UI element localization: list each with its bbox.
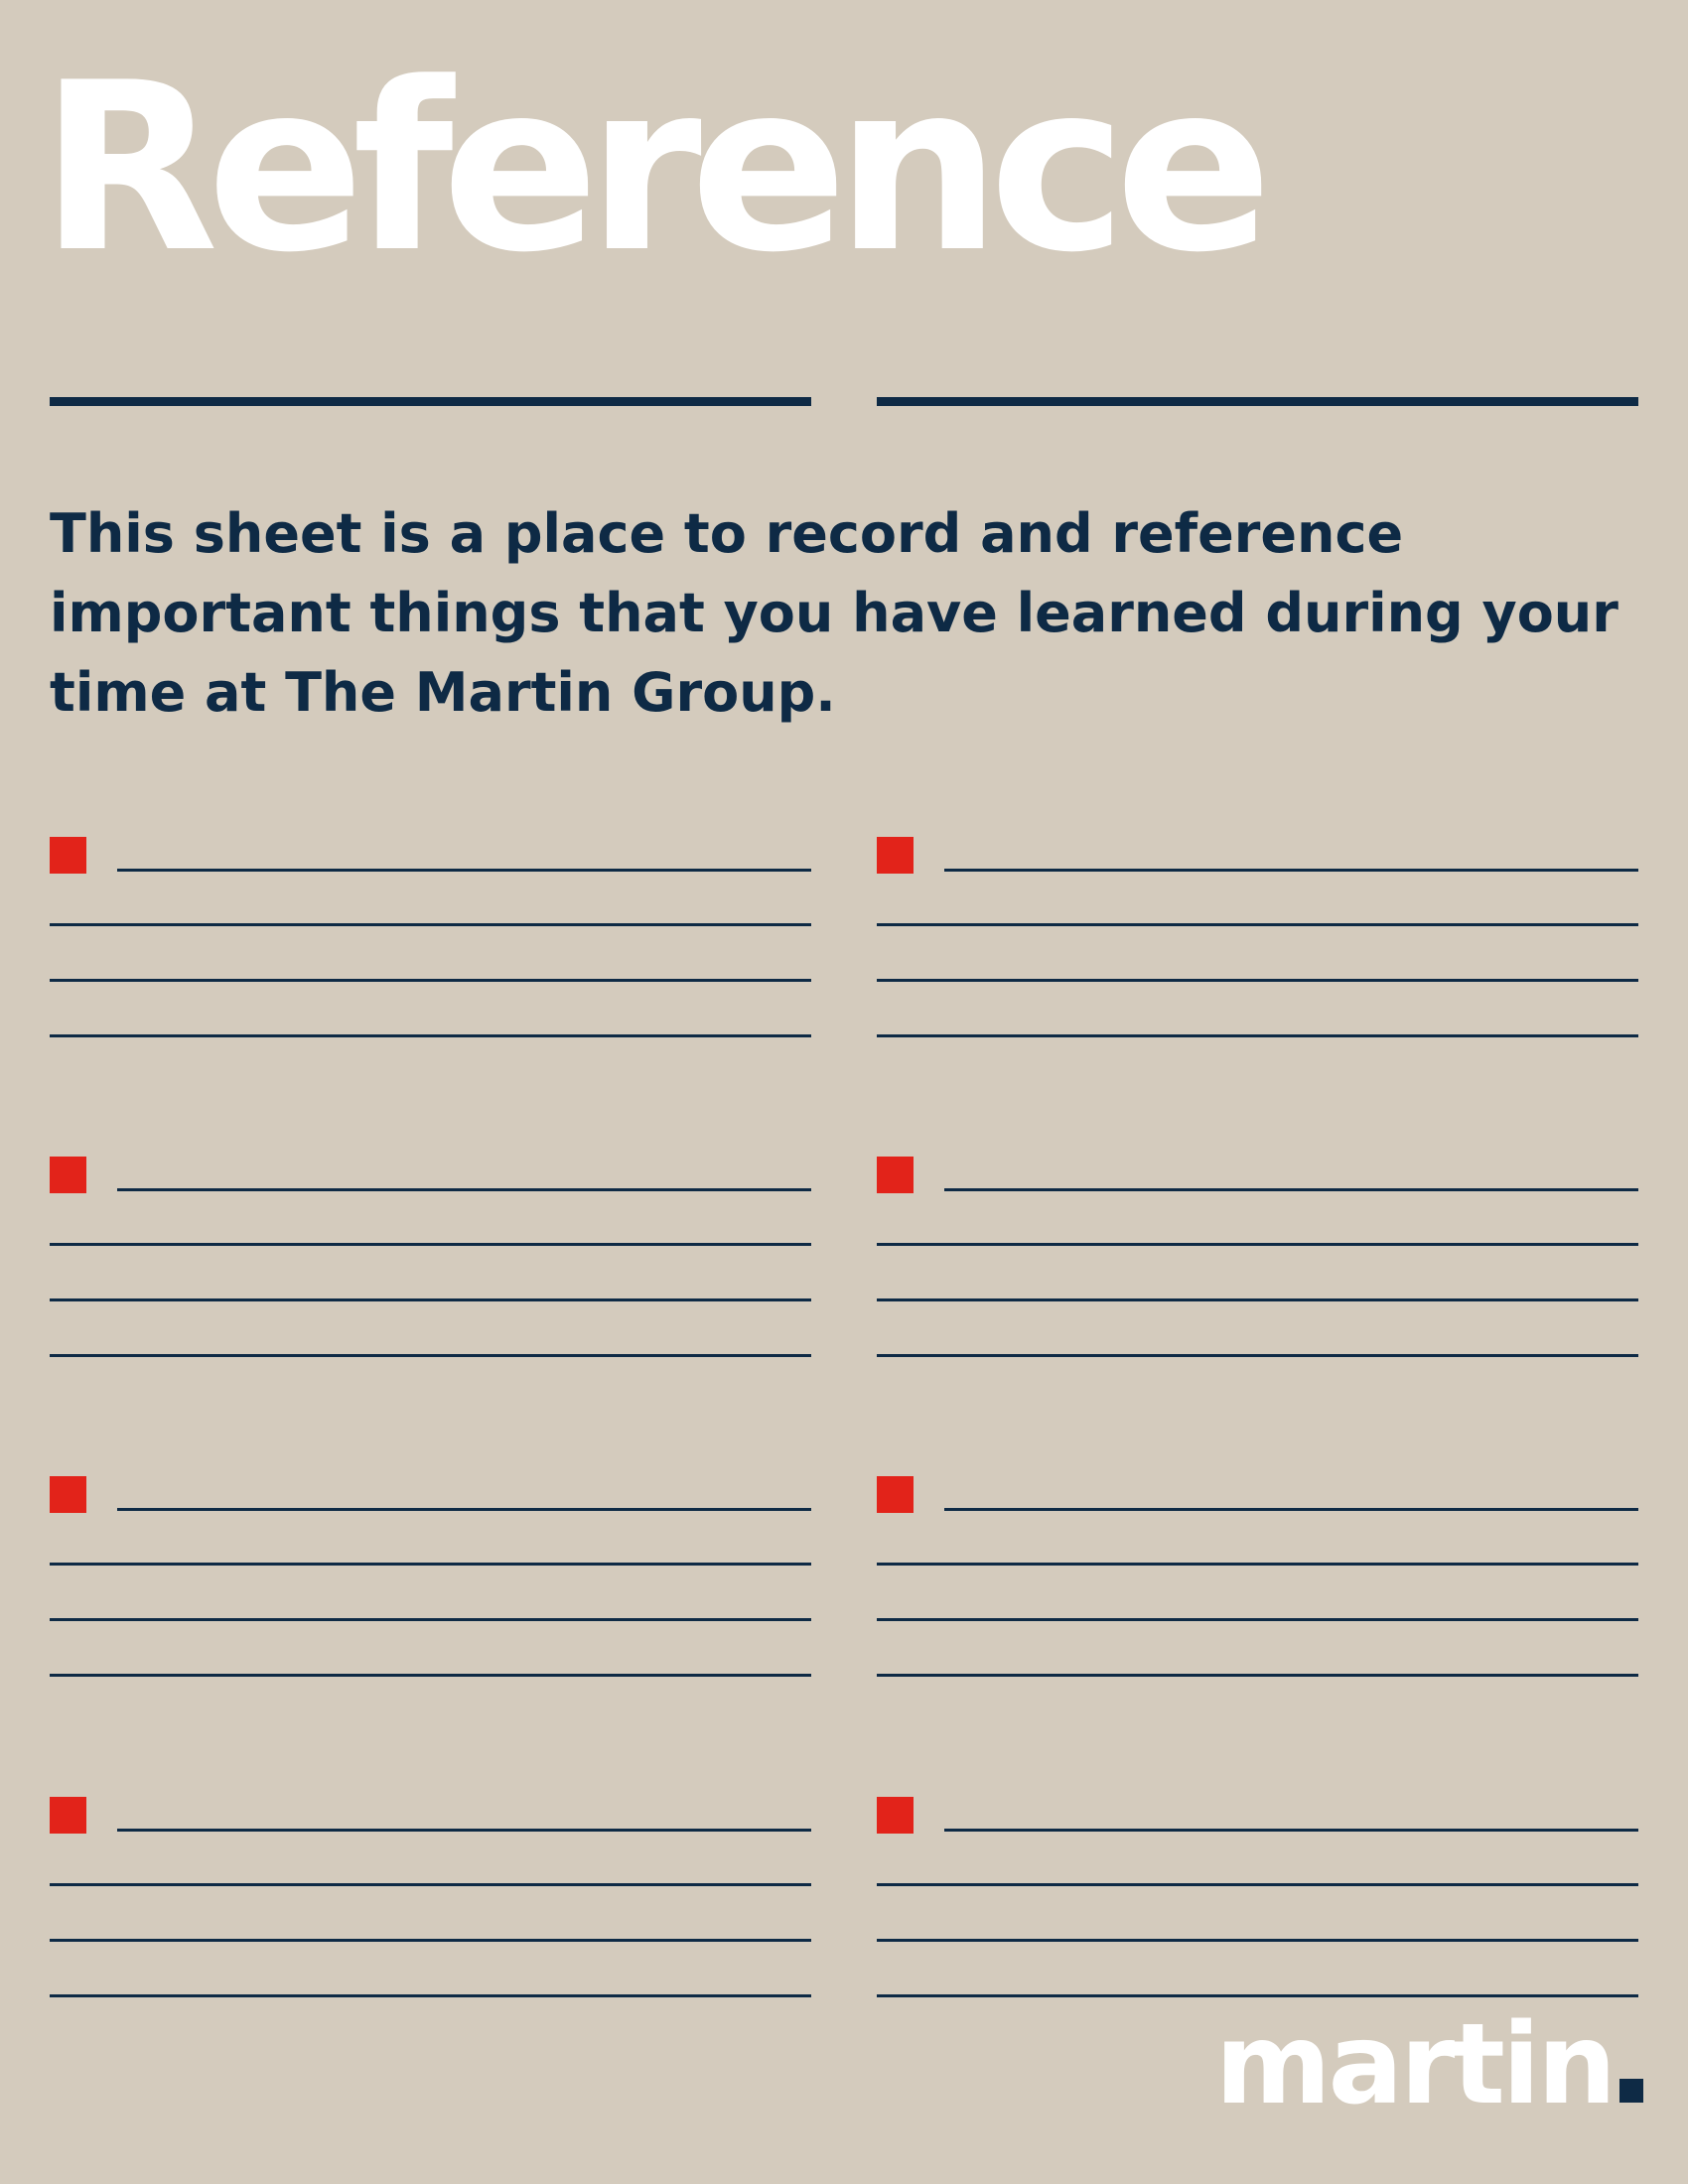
logo-wordmark: martin bbox=[1214, 2000, 1617, 2129]
writing-line[interactable] bbox=[50, 1618, 811, 1621]
red-square-bullet-icon bbox=[50, 1797, 86, 1834]
writing-line[interactable] bbox=[50, 1354, 811, 1357]
writing-line[interactable] bbox=[50, 1034, 811, 1037]
intro-text: This sheet is a place to record and refe… bbox=[50, 502, 1618, 724]
red-square-bullet-icon bbox=[877, 1476, 914, 1513]
writing-line[interactable] bbox=[50, 1674, 811, 1677]
writing-line[interactable] bbox=[877, 1563, 1638, 1566]
red-square-bullet-icon bbox=[50, 1157, 86, 1193]
writing-line[interactable] bbox=[944, 1829, 1638, 1832]
writing-line[interactable] bbox=[877, 1034, 1638, 1037]
writing-line[interactable] bbox=[877, 1674, 1638, 1677]
writing-line[interactable] bbox=[117, 869, 811, 872]
writing-line[interactable] bbox=[50, 1243, 811, 1246]
note-block bbox=[50, 1157, 811, 1357]
writing-line[interactable] bbox=[50, 1563, 811, 1566]
note-block bbox=[877, 1157, 1638, 1357]
writing-line[interactable] bbox=[50, 1883, 811, 1886]
red-square-bullet-icon bbox=[877, 1797, 914, 1834]
writing-line[interactable] bbox=[877, 1883, 1638, 1886]
note-block bbox=[877, 1797, 1638, 1997]
note-block bbox=[50, 1797, 811, 1997]
writing-line[interactable] bbox=[877, 923, 1638, 926]
red-square-bullet-icon bbox=[877, 837, 914, 874]
header-rule-left bbox=[50, 397, 811, 406]
writing-line[interactable] bbox=[117, 1829, 811, 1832]
writing-line[interactable] bbox=[50, 1298, 811, 1301]
note-block bbox=[877, 837, 1638, 1037]
writing-line[interactable] bbox=[50, 923, 811, 926]
writing-line[interactable] bbox=[877, 1298, 1638, 1301]
writing-line[interactable] bbox=[944, 869, 1638, 872]
writing-line[interactable] bbox=[50, 1939, 811, 1942]
note-block bbox=[50, 1476, 811, 1677]
martin-logo: martin bbox=[1215, 1995, 1643, 2134]
red-square-bullet-icon bbox=[50, 837, 86, 874]
writing-line[interactable] bbox=[877, 1939, 1638, 1942]
writing-line[interactable] bbox=[877, 1618, 1638, 1621]
red-square-bullet-icon bbox=[877, 1157, 914, 1193]
writing-line[interactable] bbox=[877, 1354, 1638, 1357]
red-square-bullet-icon bbox=[50, 1476, 86, 1513]
writing-line[interactable] bbox=[877, 979, 1638, 982]
writing-line[interactable] bbox=[944, 1508, 1638, 1511]
writing-line[interactable] bbox=[50, 979, 811, 982]
header-rule-right bbox=[877, 397, 1638, 406]
writing-line[interactable] bbox=[117, 1188, 811, 1191]
logo-square-dot-icon bbox=[1619, 2079, 1643, 2103]
writing-line[interactable] bbox=[877, 1243, 1638, 1246]
writing-line[interactable] bbox=[117, 1508, 811, 1511]
writing-line[interactable] bbox=[944, 1188, 1638, 1191]
page-title: Reference bbox=[40, 34, 1273, 304]
note-block bbox=[877, 1476, 1638, 1677]
note-block bbox=[50, 837, 811, 1037]
writing-line[interactable] bbox=[50, 1994, 811, 1997]
